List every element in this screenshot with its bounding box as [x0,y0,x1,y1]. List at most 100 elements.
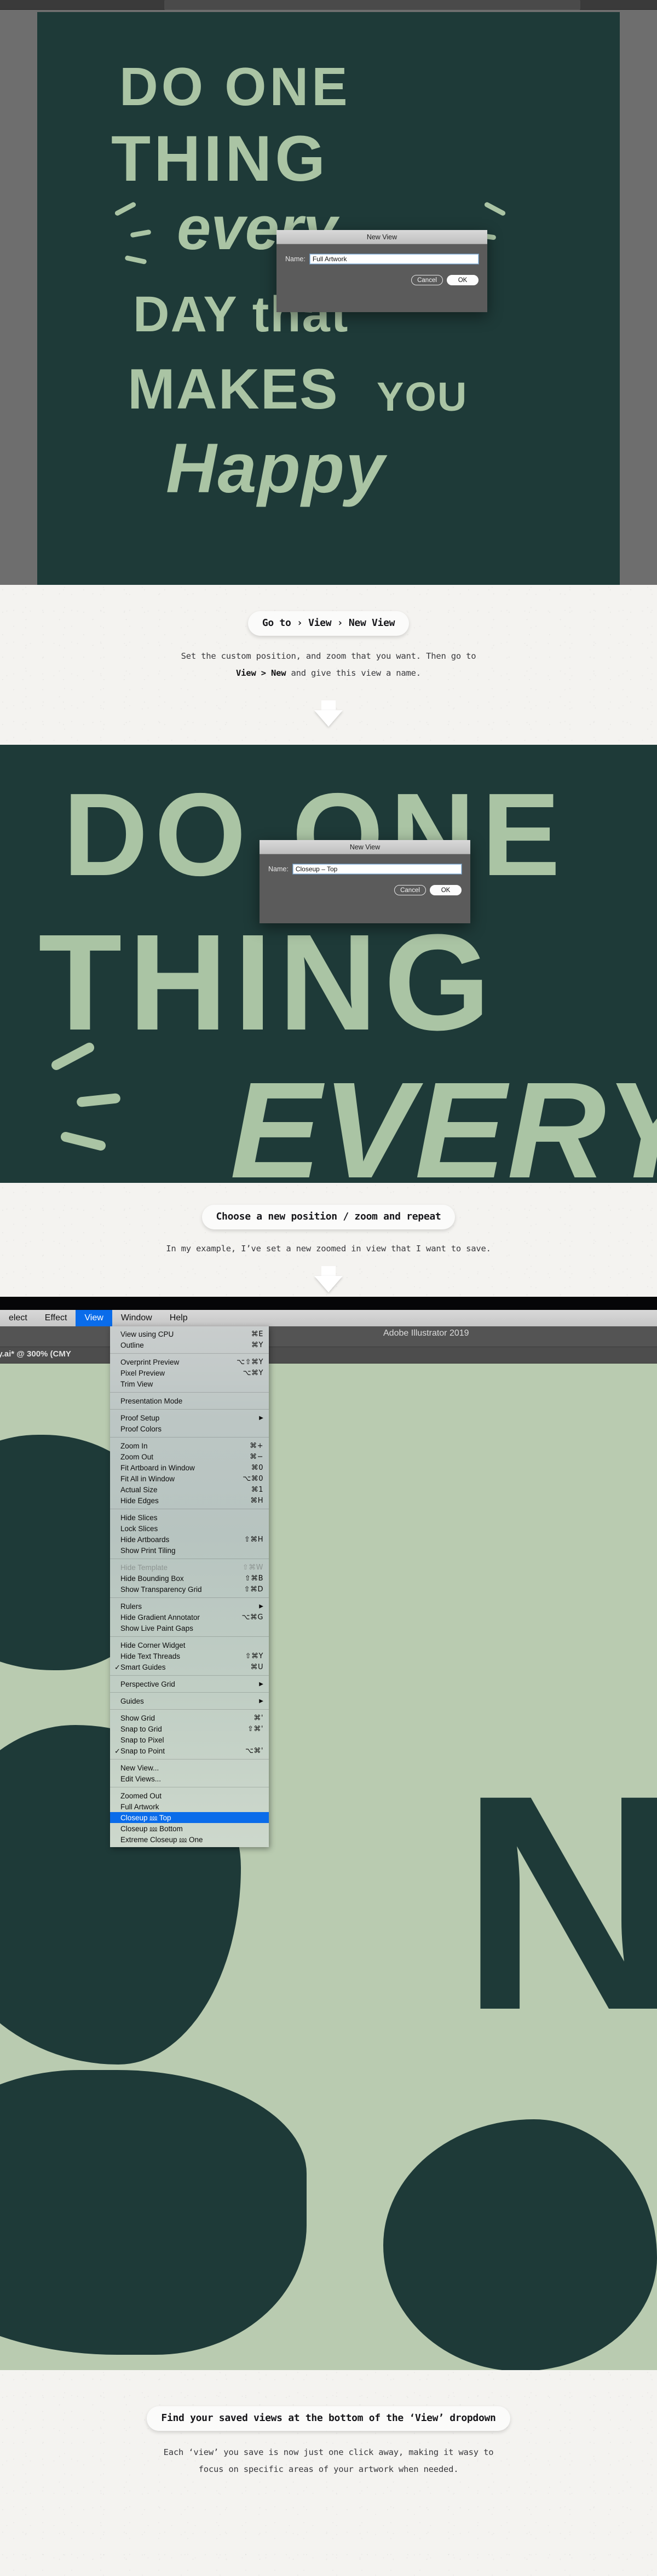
menu-item-snap-to-point[interactable]: ✓ Snap to Point ⌥⌘' [110,1745,269,1756]
menu-item-show-live-paint-gaps[interactable]: Show Live Paint Gaps [110,1623,269,1634]
screenshot-panel-full-artwork: DO ONE THING every DAY that MAKES YOU Ha… [0,0,657,585]
menu-item-proof-colors[interactable]: Proof Colors [110,1423,269,1434]
document-tab-bar[interactable] [0,1347,657,1364]
menu-item-shortcut: ⌘E [251,1330,263,1338]
menu-item-zoom-out[interactable]: Zoom Out ⌘− [110,1451,269,1462]
screenshot-panel-view-menu: elect Effect View Window Help Adobe Illu… [0,1297,657,2370]
menu-item-hide-text-threads[interactable]: Hide Text Threads ⇧⌘Y [110,1651,269,1661]
menu-item-label: Extreme Closeup ⅏ One [120,1836,203,1844]
menu-item-shortcut: ⌘+ [250,1441,263,1450]
cancel-button-2[interactable]: Cancel [394,885,426,895]
menu-item-pixel-preview[interactable]: Pixel Preview ⌥⌘Y [110,1367,269,1378]
menubar-item-window[interactable]: Window [112,1310,161,1326]
menu-item-extreme-closeup-one[interactable]: Extreme Closeup ⅏ One [110,1834,269,1845]
menu-separator [110,1692,269,1693]
menu-item-hide-corner-widget[interactable]: Hide Corner Widget [110,1640,269,1651]
submenu-arrow-icon: ▶ [259,1415,263,1421]
document-tab-label[interactable]: ppy.ai* @ 300% (CMY [0,1349,71,1359]
menu-item-label: Hide Bounding Box [120,1574,184,1583]
menubar-item-view[interactable]: View [76,1310,112,1326]
menu-item-show-transparency-grid[interactable]: Show Transparency Grid ⇧⌘D [110,1584,269,1595]
menu-item-guides[interactable]: Guides ▶ [110,1695,269,1706]
decorative-ray-icon [483,201,506,217]
menu-item-show-grid[interactable]: Show Grid ⌘' [110,1712,269,1723]
menu-item-closeup-bottom[interactable]: Closeup ⅏ Bottom [110,1823,269,1834]
menu-item-hide-slices[interactable]: Hide Slices [110,1512,269,1523]
caption-text-1: Set the custom position, and zoom that y… [181,648,476,682]
menu-item-fit-artboard-in-window[interactable]: Fit Artboard in Window ⌘0 [110,1462,269,1473]
down-arrow-2 [314,1266,343,1296]
view-name-input[interactable]: Full Artwork [309,254,479,264]
artboard-canvas-zoomed[interactable]: N [0,1364,657,2370]
menu-item-edit-views[interactable]: Edit Views... [110,1773,269,1784]
caption-block-1: Go to › View › New View Set the custom p… [0,585,657,745]
menu-item-new-view[interactable]: New View... [110,1762,269,1773]
menu-item-lock-slices[interactable]: Lock Slices [110,1523,269,1534]
menu-item-snap-to-pixel[interactable]: Snap to Pixel [110,1734,269,1745]
caption-text-3: Each ‘view’ you save is now just one cli… [164,2444,494,2478]
menu-separator [110,1597,269,1598]
view-name-input-2[interactable]: Closeup – Top [292,864,462,874]
menu-item-shortcut: ⌘U [250,1663,263,1671]
menu-item-fit-all-in-window[interactable]: Fit All in Window ⌥⌘0 [110,1473,269,1484]
menu-item-outline[interactable]: Outline ⌘Y [110,1339,269,1350]
menu-item-smart-guides[interactable]: ✓ Smart Guides ⌘U [110,1661,269,1672]
menu-item-label: Full Artwork [120,1802,159,1811]
decorative-ray-icon [114,201,137,217]
menu-item-view-using-cpu[interactable]: View using CPU ⌘E [110,1329,269,1339]
menu-item-perspective-grid[interactable]: Perspective Grid ▶ [110,1678,269,1689]
menu-item-snap-to-grid[interactable]: Snap to Grid ⇧⌘' [110,1723,269,1734]
app-menubar[interactable]: elect Effect View Window Help [0,1310,657,1326]
menu-item-trim-view[interactable]: Trim View [110,1378,269,1389]
cancel-button[interactable]: Cancel [411,275,443,285]
menu-item-shortcut: ⌘1 [251,1485,263,1494]
view-dropdown-menu[interactable]: View using CPU ⌘E Outline ⌘Y Overprint Previ… [110,1326,269,1847]
artboard-canvas[interactable]: DO ONE THING every DAY that MAKES YOU Ha… [37,12,620,585]
menu-item-label: Hide Artboards [120,1535,170,1544]
new-view-dialog-2[interactable]: New View Name: Closeup – Top Cancel OK [260,840,470,923]
menu-item-label: Proof Colors [120,1424,162,1433]
menu-item-label: Overprint Preview [120,1358,180,1366]
menu-item-shortcut: ⌘H [250,1496,263,1505]
menu-item-rulers[interactable]: Rulers ▶ [110,1601,269,1612]
menu-item-overprint-preview[interactable]: Overprint Preview ⌥⇧⌘Y [110,1356,269,1367]
checkmark-icon: ✓ [114,1746,120,1755]
new-view-dialog[interactable]: New View Name: Full Artwork Cancel OK [276,230,487,312]
menu-item-hide-template: Hide Template ⇧⌘W [110,1562,269,1573]
menubar-item-select[interactable]: elect [0,1310,36,1326]
menu-item-hide-artboards[interactable]: Hide Artboards ⇧⌘H [110,1534,269,1545]
down-arrow-1 [314,700,343,730]
menu-item-label: Zoom In [120,1441,148,1450]
menu-item-hide-edges[interactable]: Hide Edges ⌘H [110,1495,269,1506]
menu-item-proof-setup[interactable]: Proof Setup ▶ [110,1412,269,1423]
menu-item-label: Rulers [120,1602,142,1611]
menu-item-label: Hide Template [120,1563,168,1572]
menu-item-hide-gradient-annotator[interactable]: Hide Gradient Annotator ⌥⌘G [110,1612,269,1623]
menu-item-show-print-tiling[interactable]: Show Print Tiling [110,1545,269,1556]
menu-item-zoomed-out[interactable]: Zoomed Out [110,1790,269,1801]
menubar-item-help[interactable]: Help [161,1310,197,1326]
menu-separator [110,1437,269,1438]
caption-text-1-rest: and give this view a name. [286,668,422,678]
menubar-item-effect[interactable]: Effect [36,1310,76,1326]
menu-item-label: Perspective Grid [120,1680,175,1688]
caption-block-3: Find your saved views at the bottom of t… [0,2370,657,2576]
menu-item-label: Smart Guides [120,1663,166,1671]
menu-item-presentation-mode[interactable]: Presentation Mode [110,1395,269,1406]
ok-button-2[interactable]: OK [430,885,462,895]
ok-button[interactable]: OK [447,275,479,285]
menu-separator [110,1353,269,1354]
menu-item-full-artwork[interactable]: Full Artwork [110,1801,269,1812]
menu-item-zoom-in[interactable]: Zoom In ⌘+ [110,1440,269,1451]
menu-item-label: Lock Slices [120,1524,158,1533]
menu-item-closeup-top[interactable]: Closeup ⅏ Top [110,1812,269,1823]
decorative-ray-icon [60,1131,107,1152]
menu-separator [110,1675,269,1676]
menu-item-label: Zoom Out [120,1452,154,1461]
menu-item-label: Closeup ⅏ Bottom [120,1825,183,1833]
menu-item-hide-bounding-box[interactable]: Hide Bounding Box ⇧⌘B [110,1573,269,1584]
checkmark-icon: ✓ [114,1663,120,1671]
menu-item-label: Hide Edges [120,1496,159,1505]
menu-item-label: Presentation Mode [120,1396,183,1405]
menu-item-actual-size[interactable]: Actual Size ⌘1 [110,1484,269,1495]
